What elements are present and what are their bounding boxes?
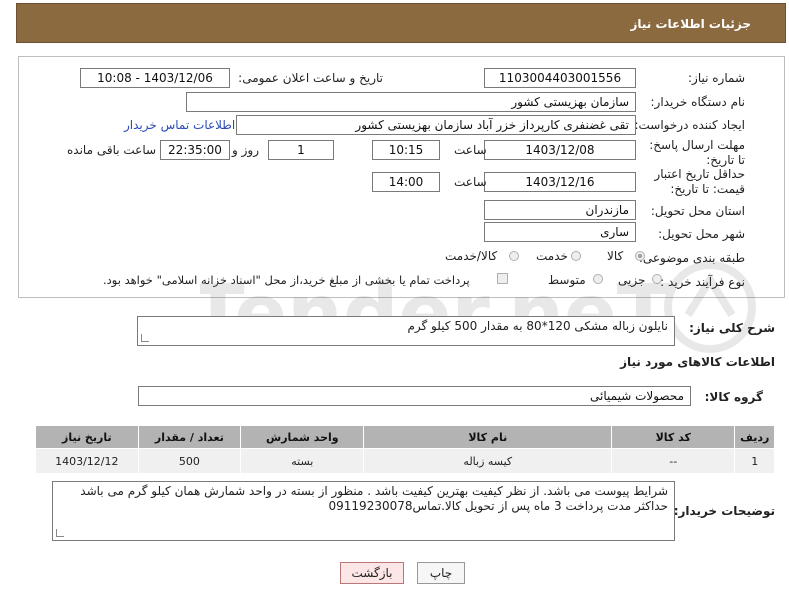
cell-qty: 500 — [137, 448, 242, 474]
buyer-org-field: سازمان بهزیستی کشور — [186, 92, 636, 112]
col-qty: تعداد / مقدار — [137, 425, 242, 449]
requester-field: تقی غضنفری کارپرداز خزر آباد سازمان بهزی… — [236, 115, 636, 135]
goods-table: ردیف کد کالا نام کالا واحد شمارش تعداد /… — [35, 425, 775, 474]
category-radio-goods-service[interactable] — [509, 251, 519, 261]
goods-section-title: اطلاعات کالاهای مورد نیاز — [620, 355, 775, 369]
category-option-service: خدمت — [536, 249, 568, 263]
print-button[interactable]: چاپ — [417, 562, 465, 584]
table-row: 1 -- کیسه زباله بسته 500 1403/12/12 — [35, 448, 775, 474]
category-option-goods: کالا — [607, 249, 624, 263]
requester-label: ایجاد کننده درخواست: — [634, 118, 745, 132]
cell-name: کیسه زباله — [363, 448, 613, 474]
category-option-goods-service: کالا/خدمت — [445, 249, 498, 263]
process-option-minor: جزیی — [618, 273, 646, 287]
remaining-time-label: ساعت باقی مانده — [67, 143, 157, 157]
goods-group-field: محصولات شیمیائی — [138, 386, 691, 406]
col-name: نام کالا — [363, 425, 613, 449]
remaining-time-field: 22:35:00 — [160, 140, 230, 160]
page-header: جزئیات اطلاعات نیاز — [16, 3, 786, 43]
category-radio-service[interactable] — [571, 251, 581, 261]
province-label: استان محل تحویل: — [650, 204, 745, 218]
col-date: تاریخ نیاز — [35, 425, 139, 449]
buyer-org-label: نام دستگاه خریدار: — [650, 95, 746, 109]
cell-unit: بسته — [240, 448, 365, 474]
city-label: شهر محل تحویل: — [658, 227, 745, 241]
col-row: ردیف — [734, 425, 775, 449]
cell-row: 1 — [734, 448, 775, 474]
price-validity-label: حداقل تاریخ اعتبار قیمت: تا تاریخ: — [654, 167, 745, 196]
col-code: کد کالا — [611, 425, 736, 449]
col-unit: واحد شمارش — [240, 425, 365, 449]
reply-deadline-label: مهلت ارسال پاسخ: تا تاریخ: — [649, 138, 745, 167]
category-radio-goods[interactable] — [635, 251, 645, 261]
goods-table-header: ردیف کد کالا نام کالا واحد شمارش تعداد /… — [35, 425, 775, 449]
description-text: نایلون زباله مشکی 120*80 به مقدار 500 کی… — [407, 319, 668, 333]
buyer-notes-textarea: شرایط پیوست می باشد. از نظر کیفیت بهترین… — [52, 481, 675, 541]
buyer-notes-label: توضیحات خریدار: — [673, 504, 775, 518]
treasury-payment-note: پرداخت تمام یا بخشی از مبلغ خرید،از محل … — [103, 273, 470, 287]
need-number-label: شماره نیاز: — [688, 71, 745, 85]
validity-time-field: 14:00 — [372, 172, 440, 192]
days-field: 1 — [268, 140, 334, 160]
need-number-field: 1103004403001556 — [484, 68, 636, 88]
buyer-contact-link[interactable]: اطلاعات تماس خریدار — [124, 118, 235, 132]
reply-date-field: 1403/12/08 — [484, 140, 636, 160]
buyer-notes-text: شرایط پیوست می باشد. از نظر کیفیت بهترین… — [80, 484, 668, 513]
cell-code: -- — [611, 448, 736, 474]
announce-datetime-field: 1403/12/06 - 10:08 — [80, 68, 230, 88]
validity-time-label: ساعت — [454, 175, 487, 189]
process-label: نوع فرآیند خرید : — [660, 275, 745, 289]
reply-time-label: ساعت — [454, 143, 487, 157]
treasury-payment-checkbox[interactable] — [497, 273, 508, 284]
announce-datetime-label: تاریخ و ساعت اعلان عمومی: — [238, 71, 383, 85]
page-title: جزئیات اطلاعات نیاز — [630, 17, 751, 31]
category-label: طبقه بندی موضوعی: — [638, 251, 745, 265]
process-radio-medium[interactable] — [593, 274, 603, 284]
description-textarea: نایلون زباله مشکی 120*80 به مقدار 500 کی… — [137, 316, 675, 346]
days-label: روز و — [232, 143, 259, 157]
back-button[interactable]: بازگشت — [340, 562, 404, 584]
process-radio-minor[interactable] — [652, 274, 662, 284]
validity-date-field: 1403/12/16 — [484, 172, 636, 192]
province-field: مازندران — [484, 200, 636, 220]
description-label: شرح کلی نیاز: — [689, 321, 775, 335]
process-option-medium: متوسط — [548, 273, 586, 287]
cell-date: 1403/12/12 — [35, 448, 139, 474]
reply-time-field: 10:15 — [372, 140, 440, 160]
goods-group-label: گروه کالا: — [704, 390, 763, 404]
city-field: ساری — [484, 222, 636, 242]
